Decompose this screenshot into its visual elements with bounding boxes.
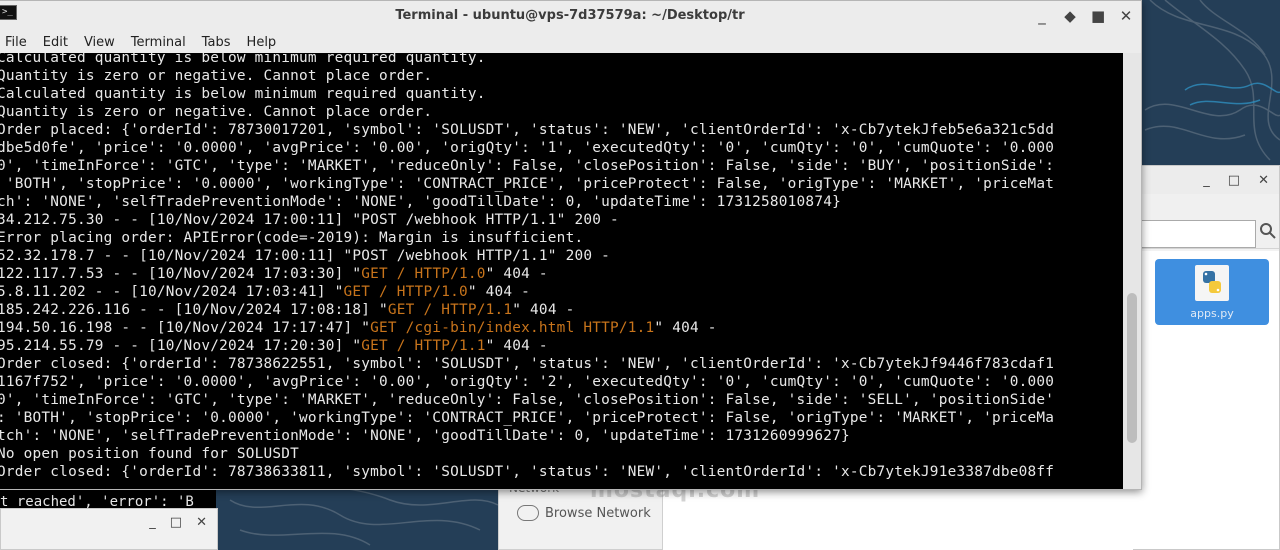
window-controls: _ □ ✕ [149, 515, 207, 530]
terminal-line: 1167f752', 'price': '0.0000', 'avgPrice'… [0, 374, 1055, 390]
window-controls: _ ◆ ■ ✕ [1035, 6, 1133, 26]
terminal-line: : 'BOTH', 'stopPrice': '0.0000', 'workin… [0, 410, 1055, 426]
menu-file[interactable]: File [5, 35, 35, 50]
maximize-icon[interactable]: □ [170, 515, 182, 530]
terminal-line: tch': 'NONE', 'selfTradePreventionMode':… [0, 428, 850, 444]
terminal-line: 194.50.16.198 - - [10/Nov/2024 17:17:47]… [0, 319, 717, 337]
terminal-line: Order closed: {'orderId': 78738622551, '… [0, 356, 1055, 372]
terminal-text: " 404 - [485, 266, 548, 282]
menu-help[interactable]: Help [247, 35, 285, 50]
terminal-line: 0', 'timeInForce': 'GTC', 'type': 'MARKE… [0, 392, 1055, 408]
search-icon[interactable] [1259, 222, 1280, 246]
terminal-line: Calculated quantity is below minimum req… [0, 53, 486, 66]
terminal-line: Calculated quantity is below minimum req… [0, 86, 486, 102]
close-icon[interactable]: ✕ [1119, 6, 1133, 26]
minimize-icon[interactable]: _ [149, 515, 156, 530]
terminal-text: 95.214.55.79 - - [10/Nov/2024 17:20:30] … [0, 338, 362, 354]
close-icon[interactable]: ✕ [1258, 173, 1269, 188]
terminal-line: 0', 'timeInForce': 'GTC', 'type': 'MARKE… [0, 158, 1055, 174]
menu-bar: File Edit View Terminal Tabs Help [0, 31, 1141, 53]
terminal-line: Order placed: {'orderId': 78730017201, '… [0, 122, 1055, 138]
terminal-line: 122.117.7.53 - - [10/Nov/2024 17:03:30] … [0, 265, 548, 283]
terminal-text: " 404 - [467, 284, 531, 300]
terminal-line: 185.242.226.116 - - [10/Nov/2024 17:08:1… [0, 301, 574, 319]
request-highlight: GET / HTTP/1.1 [387, 302, 513, 318]
browse-network-label: Browse Network [545, 505, 651, 521]
file-manager-titlebar: _ □ ✕ [1131, 166, 1279, 194]
terminal-line: dbe5d0fe', 'price': '0.0000', 'avgPrice'… [0, 140, 1055, 156]
terminal-text: 194.50.16.198 - - [10/Nov/2024 17:17:47]… [0, 320, 371, 336]
restore-icon[interactable]: ■ [1091, 6, 1105, 26]
request-highlight: GET / HTTP/1.0 [361, 266, 486, 282]
close-icon[interactable]: ✕ [196, 515, 207, 530]
terminal-line: 34.212.75.30 - - [10/Nov/2024 17:00:11] … [0, 212, 619, 228]
terminal-text: 185.242.226.116 - - [10/Nov/2024 17:08:1… [0, 302, 388, 318]
browse-network-item[interactable]: Browse Network [517, 505, 651, 521]
terminal-line: Quantity is zero or negative. Cannot pla… [0, 68, 433, 84]
terminal-line: 'BOTH', 'stopPrice': '0.0000', 'workingT… [0, 176, 1055, 192]
terminal-text: 122.117.7.53 - - [10/Nov/2024 17:03:30] … [0, 266, 362, 282]
menu-terminal[interactable]: Terminal [131, 35, 194, 50]
terminal-line: ch': 'NONE', 'selfTradePreventionMode': … [0, 194, 841, 210]
terminal-line: 52.32.178.7 - - [10/Nov/2024 17:00:11] "… [0, 248, 610, 264]
terminal-text: " 404 - [485, 338, 548, 354]
minimize-icon[interactable]: _ [1203, 173, 1210, 188]
file-manager-content: apps.py [1131, 251, 1279, 549]
background-window: _ □ ✕ [0, 508, 218, 550]
terminal-line: Error placing order: APIError(code=-2019… [0, 230, 584, 246]
terminal-scrollbar[interactable] [1123, 53, 1141, 489]
menu-view[interactable]: View [84, 35, 123, 50]
terminal-line: 95.214.55.79 - - [10/Nov/2024 17:20:30] … [0, 337, 548, 355]
file-manager-window: _ □ ✕ apps.py [1130, 165, 1280, 550]
terminal-titlebar[interactable]: >_ Terminal - ubuntu@vps-7d37579a: ~/Des… [0, 1, 1141, 31]
terminal-line: No open position found for SOLUSDT [0, 446, 300, 462]
terminal-line: 5.8.11.202 - - [10/Nov/2024 17:03:41] "G… [0, 283, 530, 301]
request-highlight: GET / HTTP/1.1 [361, 338, 486, 354]
terminal-window: >_ Terminal - ubuntu@vps-7d37579a: ~/Des… [0, 0, 1142, 490]
scrollbar-thumb[interactable] [1127, 293, 1137, 443]
terminal-output[interactable]: Calculated quantity is below minimum req… [0, 53, 1123, 489]
terminal-line: Quantity is zero or negative. Cannot pla… [0, 104, 433, 120]
cloud-icon [517, 505, 539, 521]
search-input[interactable] [1131, 220, 1256, 248]
window-title: Terminal - ubuntu@vps-7d37579a: ~/Deskto… [395, 8, 745, 23]
minimize-icon[interactable]: _ [1035, 6, 1049, 26]
request-highlight: GET / HTTP/1.0 [343, 284, 468, 300]
request-highlight: GET /cgi-bin/index.html HTTP/1.1 [370, 320, 655, 336]
terminal-text: 5.8.11.202 - - [10/Nov/2024 17:03:41] " [0, 284, 344, 300]
menu-edit[interactable]: Edit [43, 35, 76, 50]
terminal-line: Order closed: {'orderId': 78738633811, '… [0, 464, 1055, 480]
menu-tabs[interactable]: Tabs [202, 35, 239, 50]
file-name: apps.py [1190, 307, 1234, 320]
maximize-icon[interactable]: □ [1228, 173, 1240, 188]
terminal-text: " 404 - [512, 302, 575, 318]
maximize-icon[interactable]: ◆ [1063, 6, 1077, 26]
terminal-text: " 404 - [654, 320, 717, 336]
python-file-icon [1195, 265, 1229, 301]
file-item[interactable]: apps.py [1155, 259, 1269, 325]
